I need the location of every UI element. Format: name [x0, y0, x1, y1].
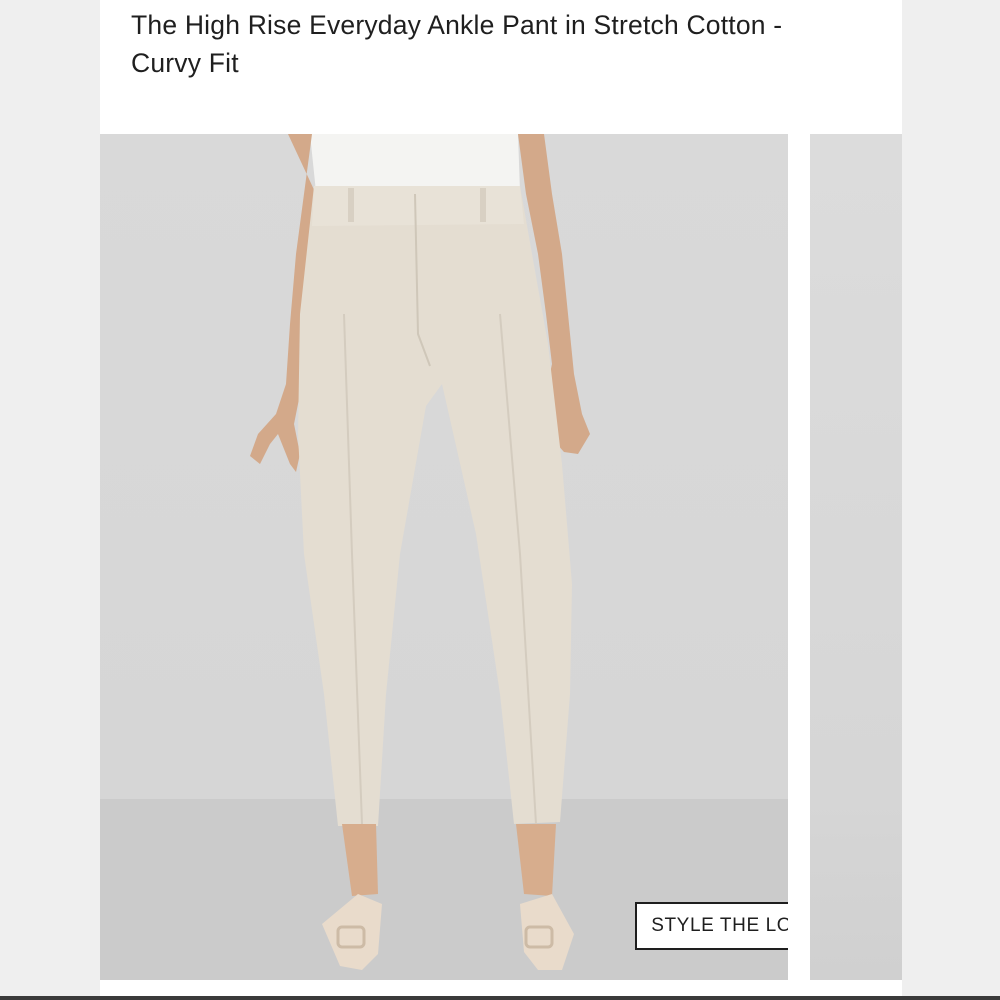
- left-backdrop: [0, 0, 100, 1000]
- product-title-line-1: The High Rise Everyday Ankle Pant in Str…: [131, 10, 783, 40]
- product-title-line-2: Curvy Fit: [131, 48, 239, 78]
- gallery-gap: [788, 134, 810, 980]
- product-title: The High Rise Everyday Ankle Pant in Str…: [131, 6, 871, 82]
- bottom-edge-bar: [0, 996, 1000, 1000]
- product-photo: [100, 134, 788, 980]
- next-product-image[interactable]: [810, 134, 902, 980]
- product-panel: The High Rise Everyday Ankle Pant in Str…: [100, 0, 902, 1000]
- style-the-look-button[interactable]: STYLE THE LOOK: [635, 902, 788, 950]
- right-backdrop: [902, 0, 1000, 1000]
- product-main-image[interactable]: STYLE THE LOOK: [100, 134, 788, 980]
